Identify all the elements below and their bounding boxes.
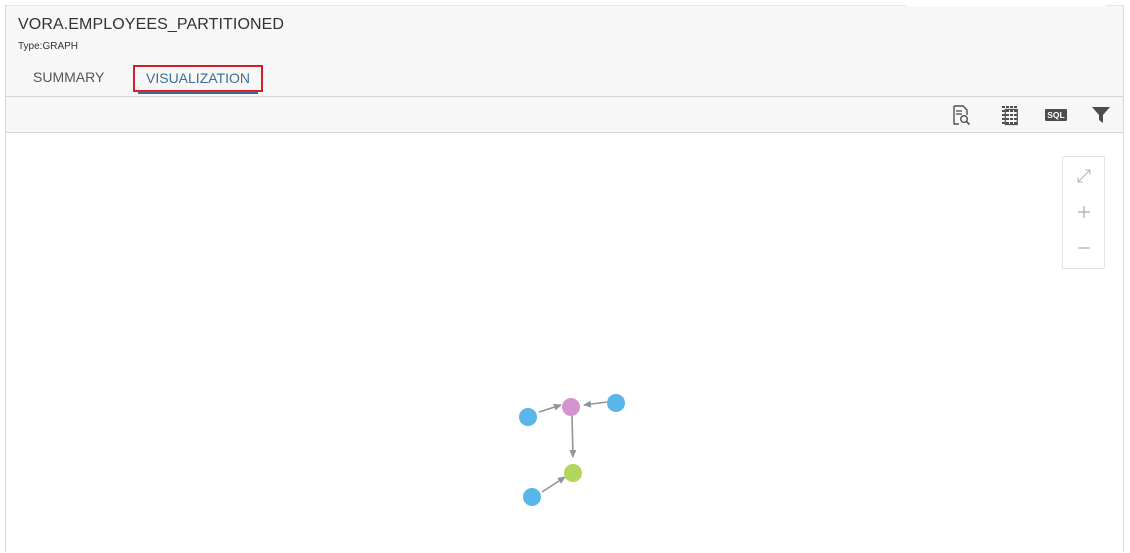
graph-edge — [583, 400, 608, 408]
graph-canvas[interactable] — [6, 133, 1123, 553]
graph-node[interactable] — [562, 398, 580, 416]
zoom-in-button[interactable] — [1063, 195, 1104, 229]
fit-to-screen-icon — [1076, 169, 1091, 183]
tab-visualization[interactable]: VISUALIZATION — [133, 65, 263, 94]
graph-node[interactable] — [519, 408, 537, 426]
graph-node[interactable] — [523, 488, 541, 506]
graph-visualization — [519, 394, 625, 506]
zoom-in-icon — [1077, 206, 1090, 218]
zoom-out-button[interactable] — [1063, 231, 1104, 265]
table-grid-icon — [1002, 106, 1018, 126]
active-tab-underline — [138, 91, 258, 94]
fit-to-screen-button[interactable] — [1063, 159, 1104, 193]
zoom-controls — [1062, 156, 1105, 269]
sql-icon: SQL — [1045, 109, 1067, 121]
data-preview-icon — [953, 105, 971, 126]
graph-node[interactable] — [607, 394, 625, 412]
graph-edge — [541, 476, 566, 493]
object-title: VORA.EMPLOYEES_PARTITIONED — [18, 16, 285, 33]
filter-icon — [1092, 107, 1110, 123]
object-header: VORA.EMPLOYEES_PARTITIONED Type:GRAPH SU… — [6, 6, 1123, 97]
object-viewer-panel: VORA.EMPLOYEES_PARTITIONED Type:GRAPH SU… — [5, 5, 1124, 553]
data-preview-button[interactable] — [949, 103, 973, 127]
graph-edge — [538, 403, 562, 413]
sql-button[interactable]: SQL — [1042, 103, 1070, 127]
graph-node[interactable] — [564, 464, 582, 482]
tab-visualization-label: VISUALIZATION — [146, 70, 250, 86]
tab-summary[interactable]: SUMMARY — [33, 69, 104, 85]
zoom-out-icon — [1077, 247, 1090, 249]
visualization-toolbar: SQL — [6, 97, 1123, 133]
graph-edge — [569, 415, 577, 458]
table-grid-button[interactable] — [998, 103, 1022, 127]
sql-icon-label: SQL — [1047, 110, 1064, 120]
filter-button[interactable] — [1089, 103, 1113, 127]
object-type: Type:GRAPH — [18, 41, 79, 52]
